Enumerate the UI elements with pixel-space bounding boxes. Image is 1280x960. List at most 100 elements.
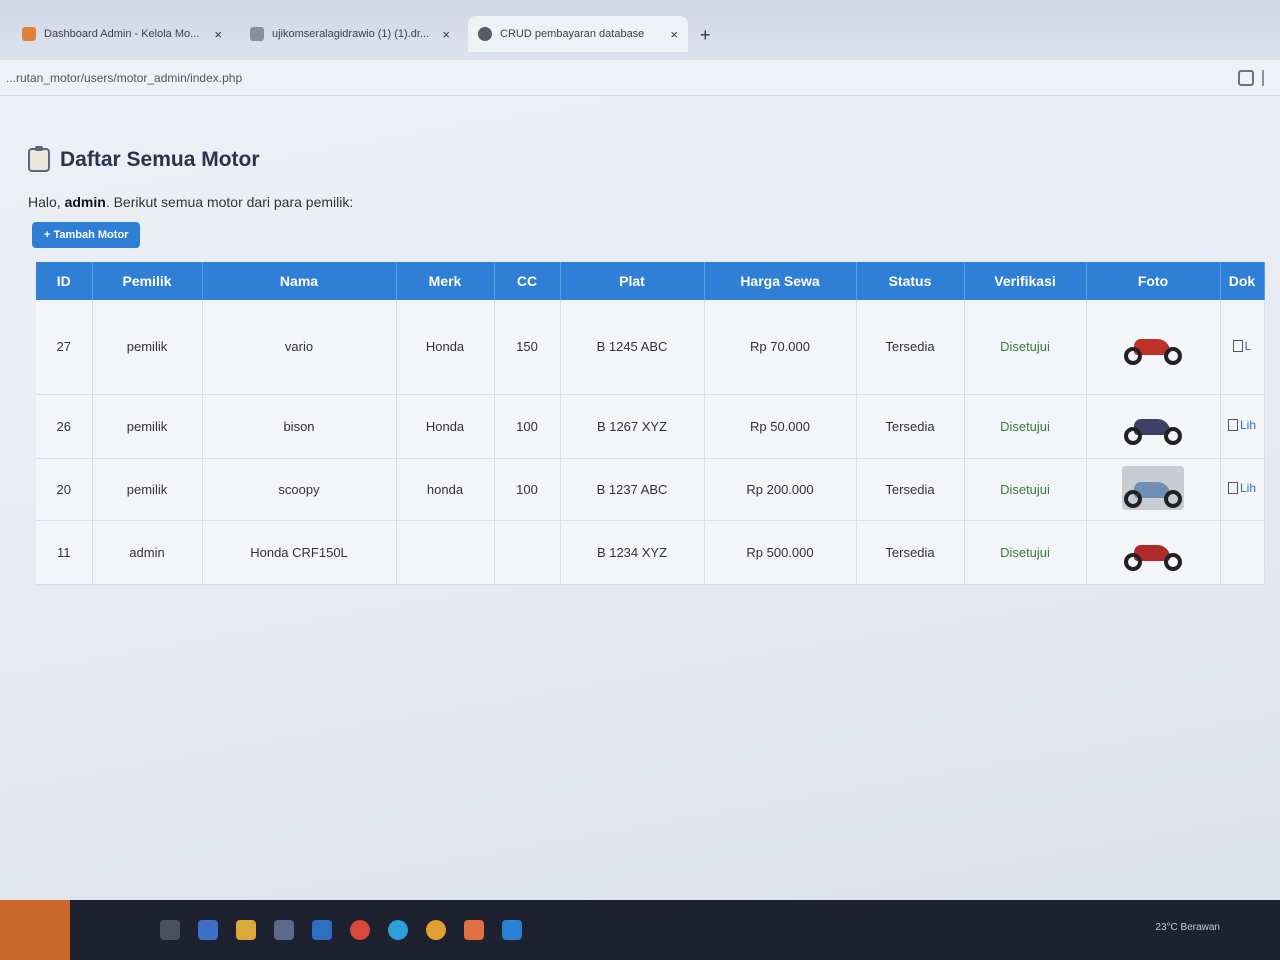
cell-nama: scoopy — [202, 458, 397, 521]
table-row: 27 pemilik vario Honda 150 B 1245 ABC Rp… — [36, 300, 1265, 395]
close-tab-icon[interactable]: × — [214, 27, 222, 42]
task-view-icon[interactable] — [160, 920, 180, 940]
cell-plat: B 1234 XYZ — [560, 520, 705, 585]
cell-harga: Rp 500.000 — [704, 520, 857, 585]
document-icon — [1227, 482, 1238, 494]
tab-title: Dashboard Admin - Kelola Mo... — [44, 28, 200, 40]
col-header-harga-sewa: Harga Sewa — [704, 262, 857, 300]
cell-pemilik: pemilik — [92, 300, 203, 395]
document-link-label: Lih — [1239, 481, 1256, 495]
add-motor-button[interactable]: + Tambah Motor — [32, 222, 141, 248]
table-row: 11 admin Honda CRF150L B 1234 XYZ Rp 500… — [36, 520, 1265, 585]
chrome-icon[interactable] — [350, 920, 370, 940]
cell-nama: bison — [202, 394, 397, 459]
motorcycle-photo[interactable] — [1122, 323, 1184, 367]
cell-pemilik: pemilik — [92, 458, 203, 521]
motorcycle-photo[interactable] — [1122, 403, 1184, 447]
motor-table: ID Pemilik Nama Merk CC Plat Harga Sewa … — [36, 262, 1265, 585]
edge-icon[interactable] — [388, 920, 408, 940]
cell-pemilik: pemilik — [92, 394, 203, 459]
vscode-icon[interactable] — [502, 920, 522, 940]
browser-tab-drawio[interactable]: ujikomseralagidrawio (1) (1).dr... × — [240, 16, 460, 52]
table-row: 26 pemilik bison Honda 100 B 1267 XYZ Rp… — [36, 394, 1265, 459]
cell-foto — [1086, 394, 1221, 459]
drawio-favicon-icon — [250, 27, 264, 41]
cell-foto — [1086, 458, 1221, 521]
mail-icon[interactable] — [312, 920, 332, 940]
cell-harga: Rp 50.000 — [704, 394, 857, 459]
cell-verifikasi: Disetujui — [964, 458, 1087, 521]
widgets-icon[interactable] — [198, 920, 218, 940]
cell-foto — [1086, 300, 1221, 395]
globe-icon — [478, 27, 492, 41]
cell-verifikasi: Disetujui — [964, 300, 1087, 395]
cell-cc: 100 — [494, 394, 561, 459]
col-header-plat: Plat — [560, 262, 705, 300]
cell-id: 20 — [36, 458, 93, 521]
table-row: 20 pemilik scoopy honda 100 B 1237 ABC R… — [36, 458, 1265, 521]
cell-status: Tersedia — [856, 394, 965, 459]
cell-status: Tersedia — [856, 520, 965, 585]
cell-dok: L — [1220, 300, 1265, 395]
cell-nama: Honda CRF150L — [202, 520, 397, 585]
url-text[interactable]: ...rutan_motor/users/motor_admin/index.p… — [6, 71, 242, 85]
start-area[interactable] — [0, 900, 70, 960]
cell-status: Tersedia — [856, 458, 965, 521]
page-title: Daftar Semua Motor — [60, 148, 260, 171]
cell-nama: vario — [202, 300, 397, 395]
extension-icon[interactable] — [1262, 70, 1276, 86]
cell-dok — [1220, 520, 1265, 585]
new-tab-button[interactable]: + — [700, 25, 711, 46]
page-content: Daftar Semua Motor Halo, admin. Berikut … — [0, 96, 1280, 900]
xampp-icon[interactable] — [464, 920, 484, 940]
document-link[interactable]: Lih — [1227, 418, 1256, 432]
cell-plat: B 1267 XYZ — [560, 394, 705, 459]
col-header-verifikasi: Verifikasi — [964, 262, 1087, 300]
document-link-label: Lih — [1239, 418, 1256, 432]
cell-merk — [396, 520, 495, 585]
cell-harga: Rp 200.000 — [704, 458, 857, 521]
browser-tab-crud[interactable]: CRUD pembayaran database × — [468, 16, 688, 52]
cell-pemilik: admin — [92, 520, 203, 585]
browser-tab-dashboard[interactable]: Dashboard Admin - Kelola Mo... × — [12, 16, 232, 52]
greeting-text: Halo, admin. Berikut semua motor dari pa… — [28, 194, 1280, 210]
cell-id: 26 — [36, 394, 93, 459]
cell-cc — [494, 520, 561, 585]
col-header-merk: Merk — [396, 262, 495, 300]
col-header-status: Status — [856, 262, 965, 300]
weather-tray[interactable]: 23°C Berawan — [1155, 922, 1220, 933]
cell-merk: Honda — [396, 300, 495, 395]
col-header-dok: Dok — [1220, 262, 1265, 300]
tab-title: CRUD pembayaran database — [500, 28, 645, 40]
greeting-suffix: . Berikut semua motor dari para pemilik: — [105, 194, 354, 210]
address-bar[interactable]: ...rutan_motor/users/motor_admin/index.p… — [0, 60, 1280, 96]
chrome-alt-icon[interactable] — [426, 920, 446, 940]
cell-status: Tersedia — [856, 300, 965, 395]
tab-title: ujikomseralagidrawio (1) (1).dr... — [272, 28, 430, 40]
document-icon — [1232, 339, 1243, 352]
browser-tab-bar: Dashboard Admin - Kelola Mo... × ujikoms… — [0, 0, 1280, 60]
close-tab-icon[interactable]: × — [442, 27, 450, 42]
cell-dok: Lih — [1220, 394, 1265, 459]
os-taskbar: 23°C Berawan — [0, 900, 1280, 960]
document-link[interactable]: Lih — [1227, 481, 1256, 495]
motorcycle-photo[interactable] — [1122, 465, 1184, 510]
table-header-row: ID Pemilik Nama Merk CC Plat Harga Sewa … — [36, 262, 1265, 300]
col-header-id: ID — [36, 262, 93, 300]
cell-plat: B 1245 ABC — [560, 300, 705, 395]
cell-verifikasi: Disetujui — [964, 520, 1087, 585]
cell-dok: Lih — [1220, 458, 1265, 521]
cell-id: 11 — [36, 520, 93, 585]
document-link-label: L — [1244, 338, 1252, 353]
file-explorer-icon[interactable] — [236, 920, 256, 940]
col-header-cc: CC — [494, 262, 561, 300]
cell-cc: 150 — [494, 300, 561, 395]
document-link[interactable]: L — [1232, 338, 1252, 353]
cell-harga: Rp 70.000 — [704, 300, 857, 395]
motorcycle-photo[interactable] — [1122, 529, 1184, 573]
close-tab-icon[interactable]: × — [670, 27, 678, 42]
store-icon[interactable] — [274, 920, 294, 940]
cell-plat: B 1237 ABC — [560, 458, 705, 521]
col-header-pemilik: Pemilik — [92, 262, 203, 300]
translate-icon[interactable] — [1238, 70, 1254, 86]
